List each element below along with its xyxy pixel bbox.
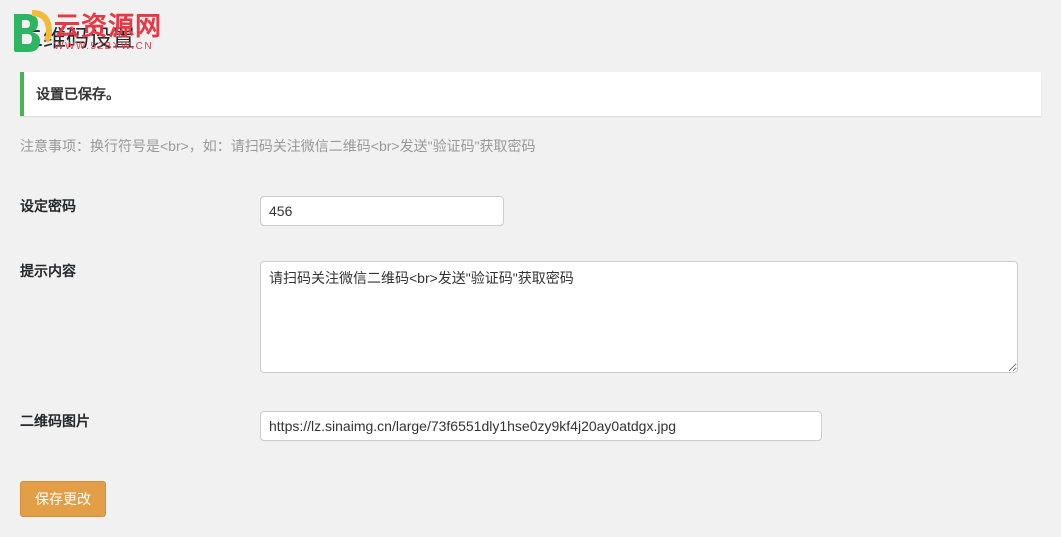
label-hint: 提示内容 [20, 246, 260, 396]
success-notice: 设置已保存。 [20, 72, 1041, 116]
submit-wrap: 保存更改 [20, 481, 1041, 517]
row-password: 设定密码 [20, 181, 1041, 246]
page-wrap: 二维码设置 设置已保存。 注意事项：换行符号是<br>，如：请扫码关注微信二维码… [0, 0, 1061, 537]
note-text: 注意事项：换行符号是<br>，如：请扫码关注微信二维码<br>发送"验证码"获取… [20, 136, 1041, 156]
page-title: 二维码设置 [20, 10, 1041, 57]
password-input[interactable] [260, 196, 504, 226]
hint-textarea[interactable]: 请扫码关注微信二维码<br>发送"验证码"获取密码 [260, 261, 1018, 373]
settings-form-table: 设定密码 提示内容 请扫码关注微信二维码<br>发送"验证码"获取密码 二维码图… [20, 181, 1041, 461]
logo-sub-text: WWW.52BYW.CN [54, 41, 162, 52]
row-hint: 提示内容 请扫码关注微信二维码<br>发送"验证码"获取密码 [20, 246, 1041, 396]
logo-text-wrap: 云资源网 WWW.52BYW.CN [54, 13, 162, 52]
qrcode-image-input[interactable] [260, 411, 822, 441]
logo-main-text: 云资源网 [54, 13, 162, 39]
logo-watermark: 云资源网 WWW.52BYW.CN [8, 8, 162, 56]
label-qrcode-image: 二维码图片 [20, 396, 260, 461]
notice-message: 设置已保存。 [36, 84, 1029, 104]
logo-icon [8, 8, 56, 56]
save-button[interactable]: 保存更改 [20, 481, 106, 517]
label-password: 设定密码 [20, 181, 260, 246]
row-qrcode-image: 二维码图片 [20, 396, 1041, 461]
